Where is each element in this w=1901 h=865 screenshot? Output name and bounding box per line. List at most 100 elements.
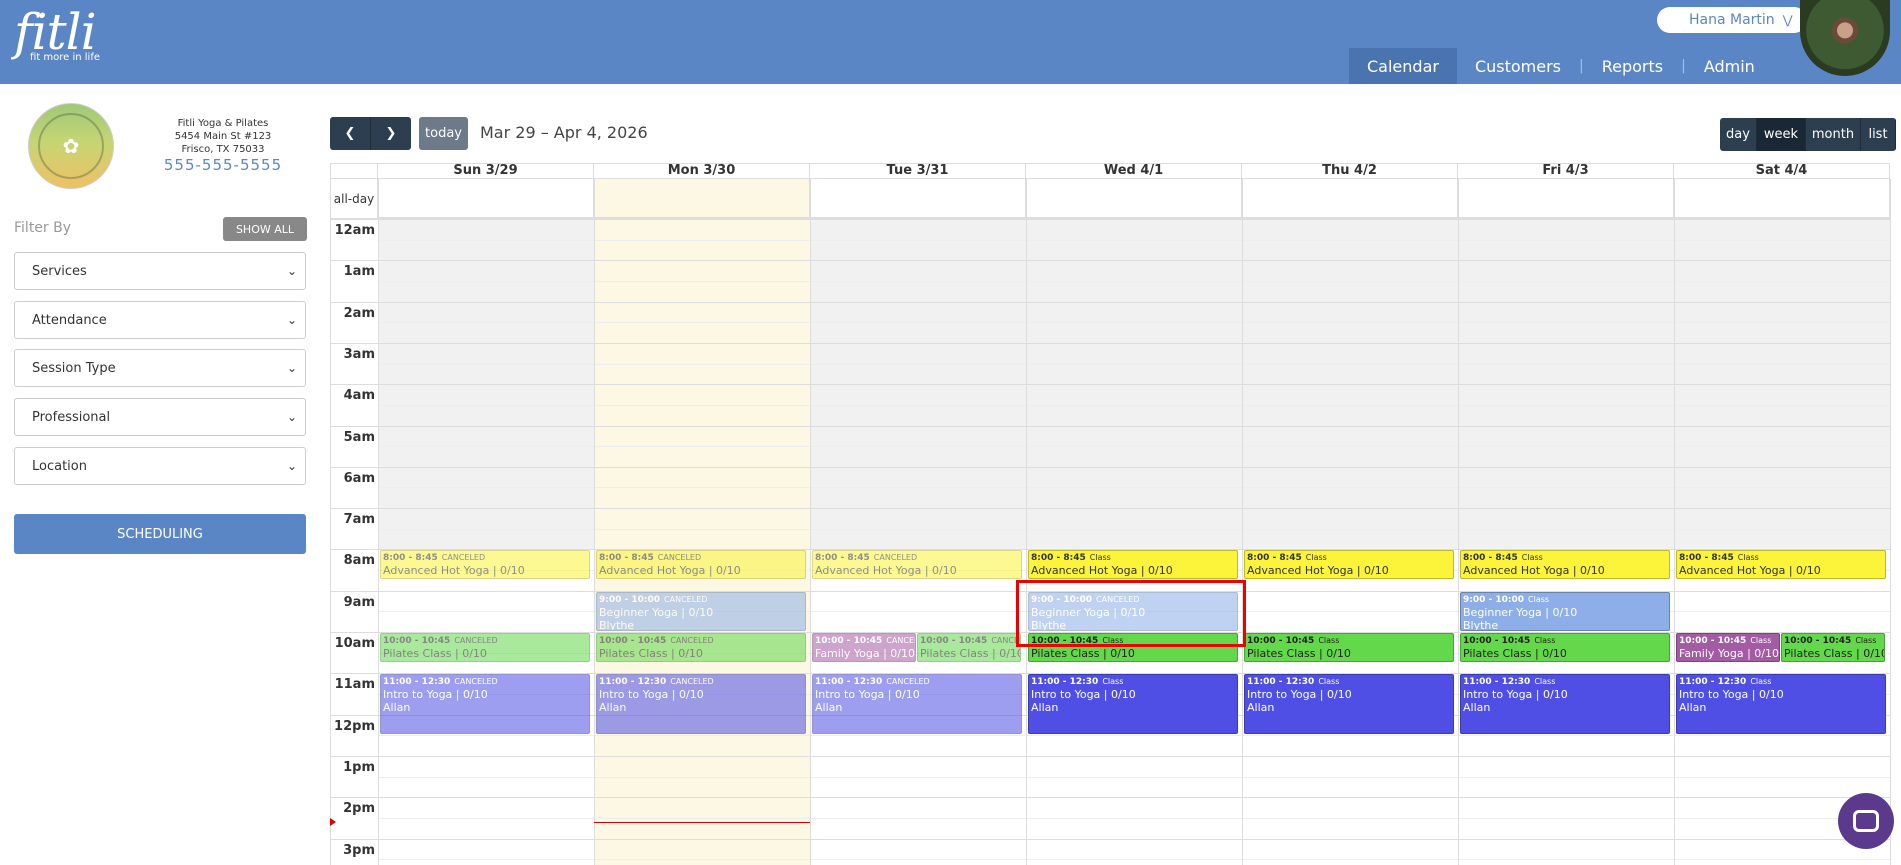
nav-customers[interactable]: Customers	[1457, 48, 1579, 84]
event-time-range: 10:00 - 10:45	[1247, 636, 1315, 646]
all-day-cell[interactable]	[378, 179, 594, 219]
nav-reports[interactable]: Reports	[1584, 48, 1681, 84]
calendar-event[interactable]: 10:00 - 10:45 Class Pilates Class | 0/10	[1244, 633, 1454, 662]
event-time-range: 10:00 - 10:45	[599, 636, 667, 646]
event-status: Class	[1750, 636, 1772, 645]
all-day-cell[interactable]	[1242, 179, 1458, 219]
calendar-event[interactable]: 8:00 - 8:45 CANCELED Advanced Hot Yoga | 0…	[380, 550, 590, 580]
event-time-range: 11:00 - 12:30	[1463, 677, 1531, 688]
event-status: CANCELED	[441, 553, 486, 563]
calendar-event[interactable]: 10:00 - 10:45 CANCEL Family Yoga | 0/10	[812, 633, 916, 662]
event-time: 10:00 - 10:45CANCELED	[920, 635, 1020, 647]
event-time: 9:00 - 10:00 Class	[1463, 594, 1667, 606]
view-week-button[interactable]: week	[1757, 118, 1806, 151]
chevron-right-icon: ❯	[385, 126, 397, 141]
all-day-cell[interactable]	[1674, 179, 1890, 219]
event-title: Beginner Yoga | 0/10	[599, 605, 714, 619]
chevron-down-icon: ⌄	[286, 313, 297, 327]
event-time-range: 8:00 - 8:45	[1031, 553, 1086, 564]
day-header: Thu 4/2	[1242, 163, 1458, 179]
half-hour-line	[378, 404, 1891, 406]
filter-session-type-select[interactable]: Session Type ⌄	[14, 349, 306, 387]
event-time: 10:00 - 10:45 Class	[1784, 635, 1882, 647]
calendar-event[interactable]: 10:00 - 10:45 Class Pilates Class | 0/10	[1781, 633, 1885, 662]
logo-tagline: fit more in life	[30, 52, 101, 63]
time-gutter-header	[330, 163, 378, 179]
event-title: Intro to Yoga | 0/10	[383, 688, 488, 702]
event-time-range: 8:00 - 8:45	[1463, 553, 1518, 564]
calendar-event[interactable]: 11:00 - 12:30 CANCELED Intro to Yoga | 0/1…	[596, 674, 806, 735]
chevron-down-icon: ⌄	[286, 459, 297, 473]
calendar-event[interactable]: 10:00 - 10:45CANCELEDPilates Class | 0/1…	[917, 633, 1021, 662]
chat-button[interactable]	[1838, 793, 1894, 849]
all-day-cell[interactable]	[1026, 179, 1242, 219]
event-title: Intro to Yoga | 0/10	[1463, 688, 1568, 702]
calendar-event[interactable]: 11:00 - 12:30 Class Intro to Yoga | 0/10 Al…	[1676, 674, 1886, 735]
filter-professional-select[interactable]: Professional ⌄	[14, 398, 306, 436]
avatar[interactable]	[1800, 0, 1890, 76]
event-title: Advanced Hot Yoga | 0/10	[383, 564, 525, 578]
main-nav: Calendar Customers | Reports | Admin	[1349, 48, 1773, 84]
calendar-event[interactable]: 10:00 - 10:45CANCELEDPilates Class | 0/1…	[596, 633, 806, 662]
studio-phone[interactable]: 555-555-5555	[160, 156, 286, 174]
calendar-event[interactable]: 11:00 - 12:30 Class Intro to Yoga | 0/10 Al…	[1460, 674, 1670, 735]
all-day-cell[interactable]	[1458, 179, 1674, 219]
time-label: 5am	[343, 429, 375, 445]
filter-attendance-select[interactable]: Attendance ⌄	[14, 301, 306, 339]
fitli-logo[interactable]: fitli fit more in life	[14, 4, 100, 63]
calendar-event[interactable]: 11:00 - 12:30 Class Intro to Yoga | 0/10 Al…	[1028, 674, 1238, 735]
half-hour-line	[378, 280, 1891, 282]
time-label: 10am	[334, 636, 375, 651]
nav-admin[interactable]: Admin	[1686, 48, 1773, 84]
event-title: Intro to Yoga | 0/10	[1031, 688, 1136, 702]
calendar-event[interactable]: 11:00 - 12:30 CANCELED Intro to Yoga | 0/1…	[812, 674, 1022, 735]
app-header: fitli fit more in life Hana Martin ⋁ Cal…	[0, 0, 1901, 84]
all-day-cell[interactable]	[594, 179, 810, 219]
time-label: 6am	[343, 470, 375, 486]
nav-calendar[interactable]: Calendar	[1349, 48, 1457, 84]
week-calendar: all-day Sun 3/29 Mon 3/30 Tue 3/31 Wed 4/1 T…	[330, 163, 1891, 865]
all-day-cell[interactable]	[810, 179, 1026, 219]
prev-week-button[interactable]: ❮	[330, 117, 370, 150]
calendar-event[interactable]: 10:00 - 10:45CANCELEDPilates Class | 0/1…	[380, 633, 590, 662]
half-hour-line	[378, 446, 1891, 448]
event-status: CANCELED	[670, 636, 714, 645]
calendar-event[interactable]: 11:00 - 12:30 CANCELED Intro to Yoga | 0/1…	[380, 674, 590, 735]
event-status: Class	[1750, 677, 1772, 687]
event-title: Advanced Hot Yoga | 0/10	[1247, 564, 1389, 578]
next-week-button[interactable]: ❯	[370, 117, 411, 150]
event-status: Class	[1534, 636, 1556, 645]
filter-professional-label: Professional	[32, 409, 111, 425]
filter-location-select[interactable]: Location ⌄	[14, 447, 306, 485]
calendar-event[interactable]: 8:00 - 8:45 Class Advanced Hot Yoga | 0/10	[1460, 550, 1670, 580]
calendar-event[interactable]: 9:00 - 10:00 CANCELED Beginner Yoga | 0/10…	[596, 591, 806, 631]
view-day-button[interactable]: day	[1720, 118, 1757, 151]
calendar-event[interactable]: 8:00 - 8:45 CANCELED Advanced Hot Yoga | 0…	[596, 550, 806, 580]
show-all-button[interactable]: SHOW ALL	[223, 217, 307, 241]
chevron-down-icon: ⌄	[286, 410, 297, 424]
calendar-event[interactable]: 10:00 - 10:45 Class Family Yoga | 0/10	[1676, 633, 1780, 662]
chevron-down-icon: ⌄	[286, 361, 297, 375]
calendar-event[interactable]: 11:00 - 12:30 Class Intro to Yoga | 0/10 Al…	[1244, 674, 1454, 735]
today-button[interactable]: today	[419, 117, 468, 150]
user-menu[interactable]: Hana Martin ⋁	[1657, 7, 1807, 33]
calendar-date-range: Mar 29 – Apr 4, 2026	[480, 123, 648, 142]
view-list-button[interactable]: list	[1861, 118, 1896, 151]
view-month-button[interactable]: month	[1806, 118, 1861, 151]
event-time: 8:00 - 8:45 Class	[1031, 552, 1235, 564]
calendar-event[interactable]: 8:00 - 8:45 CANCELED Advanced Hot Yoga | 0…	[812, 550, 1022, 580]
filter-services-select[interactable]: Services ⌄	[14, 252, 306, 290]
event-time-range: 11:00 - 12:30	[1031, 677, 1099, 688]
column-line	[1458, 179, 1459, 865]
all-day-label: all-day	[330, 179, 378, 219]
calendar-event[interactable]: 8:00 - 8:45 Class Advanced Hot Yoga | 0/10	[1028, 550, 1238, 580]
scheduling-button[interactable]: SCHEDULING	[14, 514, 306, 554]
lotus-icon: ✿	[38, 113, 104, 179]
calendar-event[interactable]: 9:00 - 10:00 Class Beginner Yoga | 0/10 Bly…	[1460, 591, 1670, 631]
calendar-event[interactable]: 8:00 - 8:45 Class Advanced Hot Yoga | 0/10	[1676, 550, 1886, 580]
event-time-range: 9:00 - 10:00	[1463, 594, 1525, 605]
gutter-line	[330, 179, 331, 865]
calendar-event[interactable]: 10:00 - 10:45 Class Pilates Class | 0/10	[1460, 633, 1670, 662]
calendar-event[interactable]: 8:00 - 8:45 Class Advanced Hot Yoga | 0/10	[1244, 550, 1454, 580]
event-time: 8:00 - 8:45 Class	[1679, 552, 1883, 564]
